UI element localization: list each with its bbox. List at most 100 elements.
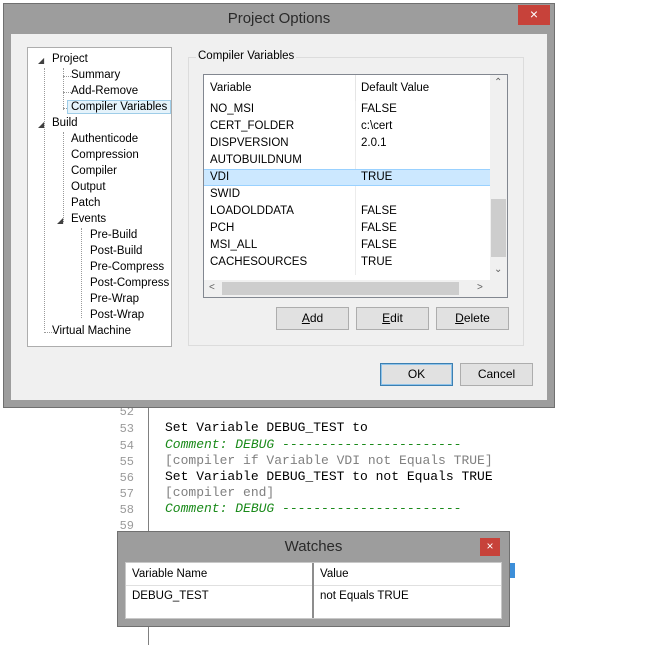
group-label: Compiler Variables <box>196 50 297 62</box>
tree-connector <box>63 68 64 110</box>
delete-button[interactable]: Delete <box>436 307 509 330</box>
variable-value: 2.0.1 <box>361 137 387 149</box>
line-number: 57 <box>119 487 134 501</box>
close-button[interactable]: × <box>518 5 550 25</box>
list-row[interactable]: SWID <box>204 186 491 203</box>
collapse-triangle-icon[interactable]: ◢ <box>38 56 44 65</box>
column-header-default-value[interactable]: Default Value <box>355 75 491 101</box>
horizontal-scrollbar[interactable]: < > <box>204 280 507 297</box>
tree-item-virtual-machine[interactable]: Virtual Machine <box>52 325 131 337</box>
code-line-comment[interactable]: Comment: DEBUG ----------------------- <box>165 501 461 516</box>
options-tree[interactable]: ◢ Project Summary Add-Remove Compiler Va… <box>27 47 172 347</box>
list-row[interactable]: LOADOLDDATA FALSE <box>204 203 491 220</box>
tree-connector <box>81 228 82 318</box>
tree-item-build[interactable]: Build <box>52 117 78 129</box>
watches-column-header-name[interactable]: Variable Name <box>126 563 312 586</box>
scroll-right-icon[interactable]: > <box>477 282 483 293</box>
variable-value: FALSE <box>361 205 397 217</box>
edit-button[interactable]: Edit <box>356 307 429 330</box>
collapse-triangle-icon[interactable]: ◢ <box>57 216 63 225</box>
tree-connector <box>63 76 71 77</box>
watches-column-header-value[interactable]: Value <box>314 563 501 586</box>
code-line-directive[interactable]: [compiler end] <box>165 485 274 500</box>
delete-label: elete <box>463 311 490 325</box>
tree-item-summary[interactable]: Summary <box>71 69 120 81</box>
tree-item-project[interactable]: Project <box>52 53 88 65</box>
tree-item-authenticode[interactable]: Authenticode <box>71 133 138 145</box>
dialog-title: Project Options <box>227 10 331 27</box>
tree-item-pre-wrap[interactable]: Pre-Wrap <box>90 293 139 305</box>
tree-item-output[interactable]: Output <box>71 181 106 193</box>
code-line[interactable]: Set Variable DEBUG_TEST to not Equals TR… <box>165 469 493 484</box>
line-number: 53 <box>119 422 134 436</box>
variable-value: FALSE <box>361 239 397 251</box>
line-number: 56 <box>119 471 134 485</box>
vertical-scroll-thumb[interactable] <box>491 199 506 257</box>
list-row-selected[interactable]: VDI TRUE <box>204 169 491 186</box>
scroll-left-icon[interactable]: < <box>209 282 215 293</box>
variable-value: FALSE <box>361 222 397 234</box>
edit-accelerator: E <box>382 311 391 325</box>
line-number: 58 <box>119 503 134 517</box>
scroll-down-icon[interactable]: ⌄ <box>494 264 502 275</box>
tree-item-compiler-variables[interactable]: Compiler Variables <box>67 100 172 114</box>
compiler-variables-list[interactable]: Variable Default Value NO_MSI FALSE CERT… <box>203 74 508 298</box>
tree-item-compiler[interactable]: Compiler <box>71 165 117 177</box>
add-accelerator: A <box>301 311 310 325</box>
variable-name: PCH <box>210 222 235 234</box>
close-icon: × <box>529 6 539 22</box>
variable-value: FALSE <box>361 103 397 115</box>
tree-item-post-wrap[interactable]: Post-Wrap <box>90 309 144 321</box>
list-row[interactable]: MSI_ALL FALSE <box>204 237 491 254</box>
tree-item-pre-compress[interactable]: Pre-Compress <box>90 261 164 273</box>
watch-variable-name[interactable]: DEBUG_TEST <box>132 590 209 602</box>
tree-item-post-build[interactable]: Post-Build <box>90 245 142 257</box>
watches-title: Watches <box>284 538 343 555</box>
add-label: dd <box>309 311 324 325</box>
variable-name: NO_MSI <box>210 103 255 115</box>
edit-label: dit <box>390 311 403 325</box>
variable-name: CACHESOURCES <box>210 256 308 268</box>
ok-button[interactable]: OK <box>380 363 453 386</box>
vertical-scrollbar[interactable]: ⌃ ⌄ <box>490 75 507 281</box>
tree-connector <box>44 68 45 330</box>
add-button[interactable]: Add <box>276 307 349 330</box>
close-icon: × <box>486 539 494 553</box>
variable-value: TRUE <box>361 171 393 183</box>
variable-name: DISPVERSION <box>210 137 289 149</box>
list-row[interactable]: NO_MSI FALSE <box>204 101 491 118</box>
collapse-triangle-icon[interactable]: ◢ <box>38 120 44 129</box>
tree-item-compression[interactable]: Compression <box>71 149 139 161</box>
variable-name: MSI_ALL <box>210 239 258 251</box>
tree-item-add-remove[interactable]: Add-Remove <box>71 85 138 97</box>
variable-name: SWID <box>210 188 241 200</box>
horizontal-scroll-thumb[interactable] <box>222 282 459 295</box>
code-line[interactable]: Set Variable DEBUG_TEST to <box>165 420 368 435</box>
list-row[interactable]: PCH FALSE <box>204 220 491 237</box>
variable-name: AUTOBUILDNUM <box>210 154 302 166</box>
tree-item-patch[interactable]: Patch <box>71 197 100 209</box>
variable-name: CERT_FOLDER <box>210 120 295 132</box>
watches-close-button[interactable]: × <box>480 538 500 556</box>
tree-connector <box>63 132 64 222</box>
code-line-comment[interactable]: Comment: DEBUG ----------------------- <box>165 437 461 452</box>
tree-item-post-compress[interactable]: Post-Compress <box>90 277 169 289</box>
scroll-up-icon[interactable]: ⌃ <box>494 77 502 88</box>
delete-accelerator: D <box>455 311 464 325</box>
variable-name: LOADOLDDATA <box>210 205 294 217</box>
list-row[interactable]: CACHESOURCES TRUE <box>204 254 491 271</box>
cancel-button[interactable]: Cancel <box>460 363 533 386</box>
tree-item-events[interactable]: Events <box>71 213 106 225</box>
list-row[interactable]: DISPVERSION 2.0.1 <box>204 135 491 152</box>
watch-value[interactable]: not Equals TRUE <box>320 590 409 602</box>
list-row[interactable]: AUTOBUILDNUM <box>204 152 491 169</box>
code-line-directive[interactable]: [compiler if Variable VDI not Equals TRU… <box>165 453 493 468</box>
variable-name: VDI <box>210 171 230 183</box>
variable-value: c:\cert <box>361 120 393 132</box>
line-number: 55 <box>119 455 134 469</box>
variable-value: TRUE <box>361 256 393 268</box>
list-row[interactable]: CERT_FOLDER c:\cert <box>204 118 491 135</box>
column-header-variable[interactable]: Variable <box>204 75 355 101</box>
line-number: 54 <box>119 439 134 453</box>
tree-item-pre-build[interactable]: Pre-Build <box>90 229 137 241</box>
